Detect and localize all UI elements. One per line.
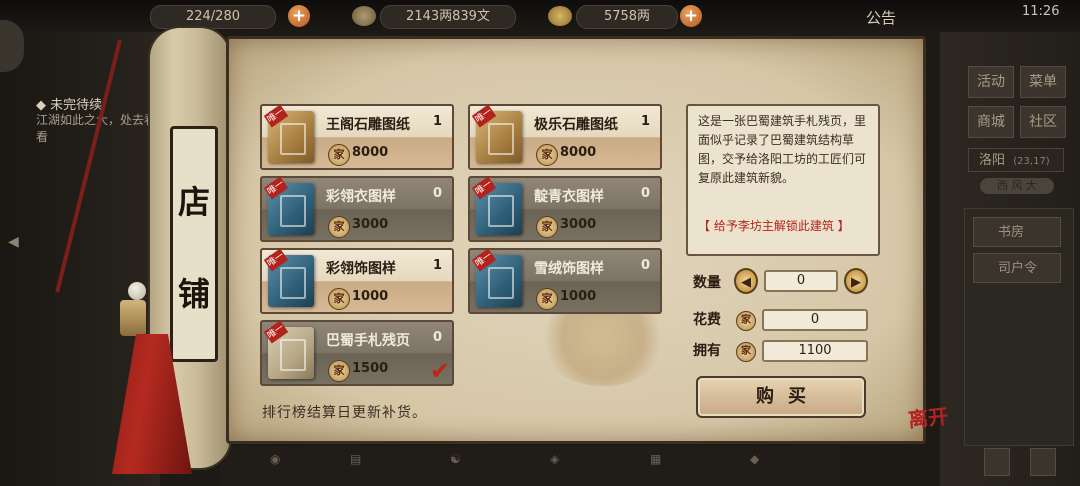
- quantity-label: 数量: [693, 275, 721, 291]
- cost-label: 花费: [693, 312, 721, 328]
- item-name: 王阁石雕图纸: [326, 117, 410, 133]
- owned-label: 拥有: [693, 343, 721, 359]
- shop-item[interactable]: 唯一 彩翎饰图样 1 家 1000: [260, 248, 454, 314]
- item-count: 1: [432, 258, 442, 273]
- item-name: 巴蜀手札残页: [326, 333, 410, 349]
- item-count: 0: [432, 330, 442, 345]
- shop-item[interactable]: 唯一 雪绒饰图样 0 家 1000: [468, 248, 662, 314]
- location-display[interactable]: 洛阳 (23,17): [968, 148, 1064, 172]
- bottom-nav-icon[interactable]: ▦: [650, 452, 661, 466]
- leave-button[interactable]: 离开: [907, 400, 950, 433]
- collapse-arrow-icon[interactable]: ◀: [8, 234, 19, 250]
- buy-button[interactable]: 购买: [696, 376, 866, 418]
- item-price: 8000: [560, 145, 597, 160]
- quest-title[interactable]: ◆ 未完待续: [36, 94, 102, 113]
- item-count: 0: [432, 186, 442, 201]
- add-stamina-button[interactable]: +: [288, 5, 310, 27]
- bottom-nav-icon[interactable]: ◆: [750, 452, 759, 466]
- shop-item[interactable]: 唯一 王阁石雕图纸 1 家 8000: [260, 104, 454, 170]
- item-price: 1000: [352, 289, 389, 304]
- item-price: 1000: [560, 289, 597, 304]
- item-name: 彩翎衣图样: [326, 189, 396, 205]
- bottom-nav-icon[interactable]: ◉: [270, 452, 280, 466]
- item-price: 1500: [352, 361, 389, 376]
- shop-item-selected[interactable]: 唯一 巴蜀手札残页 0 家 1500: [260, 320, 454, 386]
- household-order-button[interactable]: 司户令: [973, 253, 1061, 283]
- item-price: 8000: [352, 145, 389, 160]
- gold-counter: 5758两: [576, 5, 678, 29]
- cost-value: 0: [762, 309, 868, 331]
- shop-item[interactable]: 唯一 靛青衣图样 0 家 3000: [468, 176, 662, 242]
- weather-indicator: 西 风 大: [980, 178, 1054, 194]
- selected-check-icon: ✔: [430, 357, 451, 385]
- unlock-note: 【 给予李坊主解锁此建筑 】: [698, 219, 850, 233]
- currency-icon: 家: [328, 144, 350, 166]
- shop-item[interactable]: 唯一 极乐石雕图纸 1 家 8000: [468, 104, 662, 170]
- location-coords: (23,17): [1013, 156, 1050, 167]
- item-name: 雪绒饰图样: [534, 261, 604, 277]
- item-count: 1: [432, 114, 442, 129]
- shop-item[interactable]: 唯一 彩翎衣图样 0 家 3000: [260, 176, 454, 242]
- add-gold-button[interactable]: +: [680, 5, 702, 27]
- item-price: 3000: [352, 217, 389, 232]
- study-room-button[interactable]: 书房: [973, 217, 1061, 247]
- item-count: 1: [640, 114, 650, 129]
- currency-icon: 家: [536, 216, 558, 238]
- shop-title-char: 店: [177, 183, 210, 221]
- currency-icon: 家: [328, 216, 350, 238]
- activity-button[interactable]: 活动: [968, 66, 1014, 98]
- currency-icon: 家: [736, 342, 756, 362]
- shop-title-char: 铺: [177, 275, 210, 313]
- mall-button[interactable]: 商城: [968, 106, 1014, 138]
- increase-quantity-button[interactable]: ▶: [844, 268, 868, 294]
- gold-ingot-icon: [548, 6, 572, 26]
- decrease-quantity-button[interactable]: ◀: [734, 268, 758, 294]
- side-panel: 书房 司户令: [964, 208, 1074, 446]
- bottom-nav-icon[interactable]: ☯: [450, 452, 461, 466]
- item-description: 这是一张巴蜀建筑手札残页，里面似乎记录了巴蜀建筑结构草图，交予给洛阳工坊的工匠们…: [698, 114, 867, 185]
- currency-icon: 家: [328, 360, 350, 382]
- currency-icon: 家: [736, 311, 756, 331]
- tassel-bead: [128, 282, 146, 300]
- currency-icon: 家: [328, 288, 350, 310]
- corner-button[interactable]: [984, 448, 1010, 476]
- currency-icon: 家: [536, 288, 558, 310]
- money-counter: 2143两839文: [380, 5, 516, 29]
- money-icon: [352, 6, 376, 26]
- clock: 11:26: [1022, 4, 1060, 19]
- bottom-nav-icon[interactable]: ▤: [350, 452, 361, 466]
- item-description-box: 这是一张巴蜀建筑手札残页，里面似乎记录了巴蜀建筑结构草图，交予给洛阳工坊的工匠们…: [686, 104, 880, 256]
- currency-icon: 家: [536, 144, 558, 166]
- notice-button[interactable]: 公告: [866, 7, 896, 28]
- bottom-nav-bar: [220, 446, 840, 486]
- item-price: 3000: [560, 217, 597, 232]
- item-name: 极乐石雕图纸: [534, 117, 618, 133]
- restock-note: 排行榜结算日更新补货。: [262, 405, 427, 421]
- owned-value: 1100: [762, 340, 868, 362]
- bottom-nav-icon[interactable]: ◈: [550, 452, 559, 466]
- community-button[interactable]: 社区: [1020, 106, 1066, 138]
- top-bar: 224/280 + 2143两839文 5758两 + 公告 11:26: [0, 0, 1080, 72]
- corner-button[interactable]: [1030, 448, 1056, 476]
- item-count: 0: [640, 186, 650, 201]
- shop-title-plaque: 店 铺: [170, 126, 218, 362]
- location-name: 洛阳: [979, 153, 1006, 168]
- tassel-knot: [120, 300, 146, 336]
- quantity-field[interactable]: 0: [764, 270, 838, 292]
- item-count: 0: [640, 258, 650, 273]
- item-name: 彩翎饰图样: [326, 261, 396, 277]
- menu-button[interactable]: 菜单: [1020, 66, 1066, 98]
- item-name: 靛青衣图样: [534, 189, 604, 205]
- stamina-counter: 224/280: [150, 5, 276, 29]
